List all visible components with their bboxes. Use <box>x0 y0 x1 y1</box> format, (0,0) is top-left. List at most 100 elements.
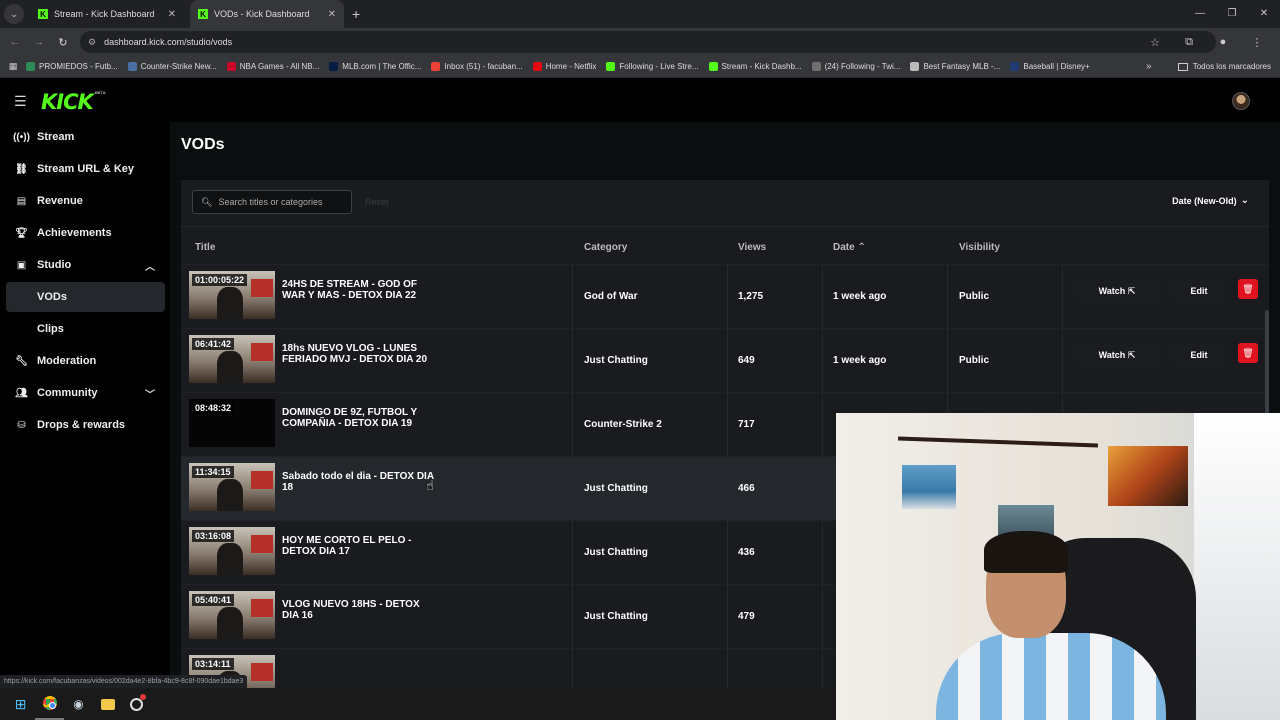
edit-button[interactable]: Edit <box>1169 344 1229 366</box>
watch-button[interactable]: Watch ⇱ <box>1073 344 1161 366</box>
hand-cursor-icon: ☝ <box>426 478 434 493</box>
column-divider <box>572 457 573 521</box>
toolbar-actions: ☆ ⧉ ● ⋮ <box>1138 28 1274 56</box>
sidebar-item-stream-url-key[interactable]: ⛓ Stream URL & Key <box>6 154 165 184</box>
close-icon[interactable]: ✕ <box>328 9 336 20</box>
steam-taskbar-icon[interactable]: ◉ <box>64 688 93 720</box>
bookmark-favicon-icon <box>811 62 821 71</box>
hamburger-menu-icon[interactable]: ☰ <box>14 93 27 110</box>
sidebar-item-studio[interactable]: ▣ Studio ︿ <box>6 250 165 280</box>
search-field[interactable]: 🔍︎ <box>192 190 352 214</box>
bookmark-item[interactable]: Counter-Strike New... <box>127 62 217 71</box>
sidebar-item-clips[interactable]: Clips <box>6 314 165 344</box>
vod-thumbnail[interactable]: 08:48:32 <box>189 399 275 447</box>
bookmark-label: Home - Netflix <box>545 62 597 71</box>
bookmarks-overflow-icon[interactable]: » <box>1146 61 1152 72</box>
column-header-date[interactable]: Date ⌃ <box>833 242 866 253</box>
reset-button[interactable]: Reset <box>365 197 389 207</box>
column-divider <box>947 265 948 329</box>
table-row[interactable]: 01:00:05:22 24HS DE STREAM - GOD OF WAR Y… <box>181 264 1269 329</box>
bookmark-item[interactable]: Stream - Kick Dashb... <box>708 62 802 71</box>
bookmark-item[interactable]: PROMIEDOS - Futb... <box>26 62 118 71</box>
bookmark-favicon-icon <box>910 62 920 71</box>
chrome-taskbar-icon[interactable] <box>35 688 64 720</box>
vod-thumbnail[interactable]: 06:41:42 <box>189 335 275 383</box>
user-avatar[interactable] <box>1232 92 1250 110</box>
bookmark-item[interactable]: MLB.com | The Offic... <box>329 62 421 71</box>
vod-thumbnail[interactable]: 05:40:41 <box>189 591 275 639</box>
sidebar-item-achievements[interactable]: 🏆︎ Achievements <box>6 218 165 248</box>
file-explorer-icon[interactable] <box>93 688 122 720</box>
vod-category: Just Chatting <box>584 483 648 494</box>
window-close-icon[interactable]: ✕ <box>1248 0 1280 28</box>
vod-thumbnail[interactable]: 01:00:05:22 <box>189 271 275 319</box>
windows-start-icon[interactable]: ⊞ <box>6 688 35 720</box>
url-bar[interactable]: ⚙ dashboard.kick.com/studio/vods <box>80 31 1216 53</box>
back-arrow-icon[interactable]: ← <box>3 36 27 48</box>
apps-grid-icon[interactable]: ▦ <box>0 61 26 72</box>
more-menu-icon[interactable]: ⋮ <box>1240 36 1274 49</box>
sidebar-item-drops-rewards[interactable]: ⛁ Drops & rewards <box>6 410 165 440</box>
watch-button[interactable]: Watch ⇱ <box>1073 280 1161 302</box>
sidebar-item-revenue[interactable]: ▤ Revenue <box>6 186 165 216</box>
bookmark-item[interactable]: Home - Netflix <box>532 62 597 71</box>
bookmark-star-icon[interactable]: ☆ <box>1138 36 1172 49</box>
trash-icon: 🗑︎ <box>1242 347 1254 358</box>
bookmark-item[interactable]: Following - Live Stre... <box>606 62 699 71</box>
sidebar-item-stream[interactable]: ((•)) Stream <box>6 122 165 152</box>
vod-title[interactable]: 24HS DE STREAM - GOD OF WAR Y MAS - DETO… <box>282 279 438 301</box>
edit-button[interactable]: Edit <box>1169 280 1229 302</box>
vod-title[interactable]: VLOG NUEVO 18HS - DETOX DIA 16 <box>282 599 438 621</box>
link-status-bar: https://kick.com/facubanzas/videos/002da… <box>0 675 248 688</box>
column-divider <box>727 521 728 585</box>
vod-title[interactable]: 18hs NUEVO VLOG - LUNES FERIADO MVJ - DE… <box>282 343 438 365</box>
vod-title[interactable]: Sabado todo el dia - DETOX DIA 18 <box>282 471 438 493</box>
kick-logo[interactable]: KICK <box>41 90 94 114</box>
sidebar-item-moderation[interactable]: 🔧︎ Moderation <box>6 346 165 376</box>
vod-thumbnail[interactable]: 03:16:08 <box>189 527 275 575</box>
forward-arrow-icon[interactable]: → <box>27 36 51 48</box>
bookmark-item[interactable]: NBA Games - All NB... <box>226 62 320 71</box>
edit-label: Edit <box>1190 286 1208 296</box>
thumbnail-accent <box>251 343 273 361</box>
vod-title[interactable]: DOMINGO DE 9Z, FUTBOL Y COMPAÑIA - DETOX… <box>282 407 438 429</box>
column-divider <box>822 329 823 393</box>
bookmark-favicon-icon <box>532 62 542 71</box>
vod-thumbnail[interactable]: 11:34:15 <box>189 463 275 511</box>
ghub-taskbar-icon[interactable] <box>122 688 151 720</box>
new-tab-plus-icon[interactable]: + <box>352 6 360 22</box>
sort-dropdown[interactable]: Date (New-Old) ⌄ <box>1172 195 1249 206</box>
vod-duration: 06:41:42 <box>192 338 235 350</box>
vod-title[interactable]: HOY ME CORTO EL PELO - DETOX DIA 17 <box>282 535 438 557</box>
tab-search-icon[interactable]: ⌄ <box>4 4 24 24</box>
browser-tab-vods[interactable]: K VODs - Kick Dashboard ✕ <box>190 0 344 28</box>
watch-label: Watch <box>1098 350 1126 360</box>
delete-button[interactable]: 🗑︎ <box>1238 343 1258 363</box>
search-input[interactable] <box>218 197 349 207</box>
bookmark-item[interactable]: Inbox (51) - facuban... <box>431 62 523 71</box>
vod-views: 1,275 <box>738 291 764 302</box>
extensions-icon[interactable]: ⧉ <box>1172 36 1206 49</box>
reload-icon[interactable]: ↻ <box>51 36 75 49</box>
bookmark-item[interactable]: (24) Following - Twi... <box>811 62 900 71</box>
bookmark-item[interactable]: Baseball | Disney+ <box>1010 62 1090 71</box>
all-bookmarks-folder[interactable]: Todos los marcadores <box>1177 62 1271 71</box>
sidebar: ((•)) Stream ⛓ Stream URL & Key ▤ Revenu… <box>0 122 170 688</box>
profile-icon[interactable]: ● <box>1206 36 1240 48</box>
thumbnail-person <box>217 543 243 575</box>
sidebar-item-vods[interactable]: VODs <box>6 282 165 312</box>
close-icon[interactable]: ✕ <box>168 9 176 20</box>
site-info-icon[interactable]: ⚙ <box>88 37 96 48</box>
sidebar-item-community[interactable]: 👥︎ Community ﹀ <box>6 378 165 408</box>
bookmark-label: NBA Games - All NB... <box>239 62 320 71</box>
beta-badge: BETA <box>95 90 106 95</box>
delete-button[interactable]: 🗑︎ <box>1238 279 1258 299</box>
minimize-icon[interactable]: — <box>1184 0 1216 28</box>
browser-tab-stream[interactable]: K Stream - Kick Dashboard ✕ <box>30 0 184 28</box>
column-divider <box>727 329 728 393</box>
table-row[interactable]: 06:41:42 18hs NUEVO VLOG - LUNES FERIADO … <box>181 328 1269 393</box>
vod-duration: 03:16:08 <box>192 530 235 542</box>
bookmark-item[interactable]: Best Fantasy MLB -... <box>910 62 1000 71</box>
column-header-category: Category <box>584 242 628 253</box>
restore-icon[interactable]: ❐ <box>1216 0 1248 28</box>
